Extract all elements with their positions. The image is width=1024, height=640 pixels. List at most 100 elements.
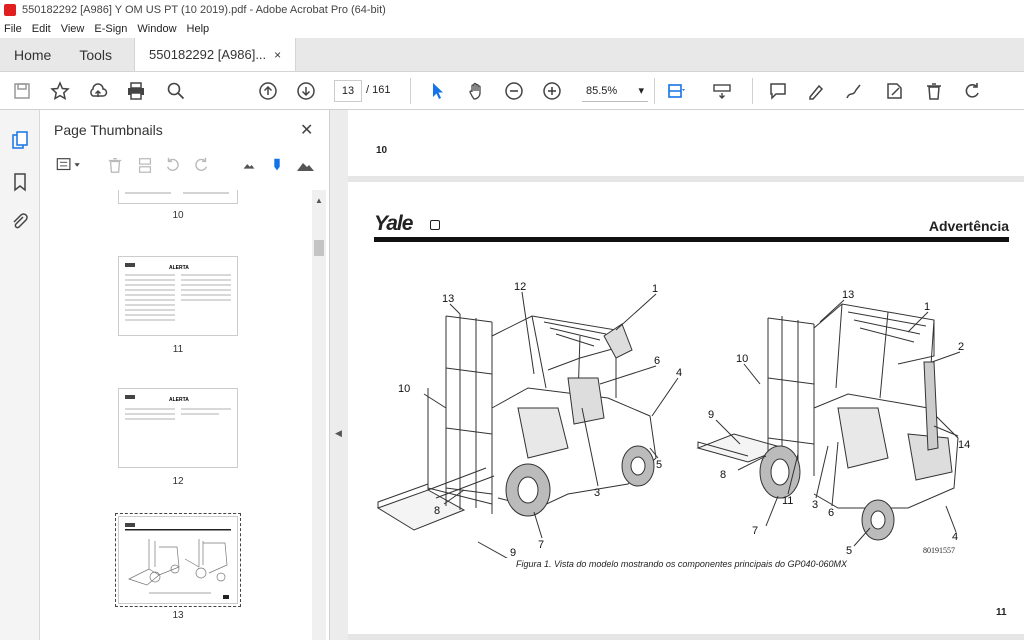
- callout: 3: [812, 499, 818, 511]
- insert-page-icon[interactable]: [134, 154, 156, 176]
- tab-document[interactable]: 550182292 [A986]... ×: [134, 38, 297, 71]
- callout: 11: [782, 495, 793, 507]
- callout: 12: [514, 281, 526, 293]
- callout: 1: [924, 301, 930, 313]
- star-icon[interactable]: [48, 79, 72, 103]
- callout: 10: [398, 383, 410, 395]
- thumbnail-page-selected[interactable]: [115, 513, 241, 607]
- callout: 5: [846, 545, 852, 557]
- tab-home[interactable]: Home: [0, 38, 65, 71]
- thumbnail-label: 11: [172, 344, 184, 355]
- zoom-select[interactable]: 85.5% ▾: [582, 80, 648, 102]
- callout: 10: [736, 353, 748, 365]
- rotate-icon[interactable]: [960, 79, 984, 103]
- bookmark-icon[interactable]: [8, 170, 32, 194]
- highlight-pen-icon[interactable]: [804, 79, 828, 103]
- callout: 7: [538, 539, 544, 551]
- comment-icon[interactable]: [766, 79, 790, 103]
- thumbnail-label: 12: [172, 476, 184, 487]
- page-down-icon[interactable]: [294, 79, 318, 103]
- page-number-input[interactable]: 13: [334, 80, 362, 102]
- thumbnail-page[interactable]: ALERTA: [118, 256, 238, 336]
- scroll-up-icon[interactable]: ▲: [315, 196, 323, 205]
- callout: 9: [510, 547, 516, 558]
- section-title: Advertência: [928, 218, 1009, 234]
- menu-window[interactable]: Window: [137, 23, 176, 35]
- thumbnail-page[interactable]: ALERTA: [118, 388, 238, 468]
- thumbnail-toolbar: [50, 154, 322, 180]
- collapse-arrow-icon: ◀: [335, 428, 342, 438]
- navigation-pane-icons: [0, 110, 40, 640]
- menu-bar: File Edit View E-Sign Window Help: [0, 20, 1024, 38]
- svg-text:ALERTA: ALERTA: [169, 397, 189, 403]
- thumbnail-label: 13: [172, 610, 184, 621]
- tab-bar: Home Tools 550182292 [A986]... ×: [0, 38, 1024, 72]
- acrobat-icon: [4, 4, 16, 16]
- forklift-illustration: 13 12 1 6 4 10 5 3 8 7 9 13 1 2 10 9 14 …: [376, 281, 970, 558]
- chevron-down-icon: ▾: [638, 85, 644, 97]
- window-title: 550182292 [A986] Y OM US PT (10 2019).pd…: [22, 4, 386, 16]
- zoom-value: 85.5%: [586, 84, 618, 97]
- collapse-panel-handle[interactable]: ◀: [330, 110, 348, 640]
- panel-title: Page Thumbnails: [54, 122, 163, 138]
- delete-icon[interactable]: [922, 79, 946, 103]
- page-up-icon[interactable]: [256, 79, 280, 103]
- small-thumbnail-icon[interactable]: [238, 154, 260, 176]
- save-icon[interactable]: [10, 79, 34, 103]
- toolbar-divider: [410, 78, 411, 104]
- page-number: 11: [996, 607, 1007, 618]
- callout: 7: [752, 525, 758, 537]
- page-thumbnails-panel: Page Thumbnails ✕ 10 ALERTA 11 ALERTA 12…: [40, 110, 330, 640]
- thumbnail-scrollbar[interactable]: ▲: [312, 190, 326, 640]
- edit-text-icon[interactable]: [882, 79, 906, 103]
- page-thumbnails-icon[interactable]: [8, 128, 32, 152]
- menu-edit[interactable]: Edit: [32, 23, 51, 35]
- callout: 6: [654, 355, 660, 367]
- attachment-icon[interactable]: [8, 210, 32, 234]
- callout: 9: [708, 409, 714, 421]
- yale-logo: Yale: [374, 212, 413, 235]
- page-number: 10: [376, 145, 388, 156]
- callout: 13: [842, 289, 854, 301]
- callout: 1: [652, 283, 658, 295]
- rotate-left-icon[interactable]: [162, 154, 184, 176]
- close-icon[interactable]: ✕: [300, 120, 313, 140]
- tab-tools[interactable]: Tools: [65, 38, 126, 71]
- callout: 5: [656, 459, 662, 471]
- delete-page-icon[interactable]: [104, 154, 126, 176]
- thumbnail-size-slider[interactable]: [266, 154, 288, 176]
- yale-logo-mark: [430, 220, 440, 230]
- document-view: 10 Yale Advertência 13 12 1 6 4 10 5 3 8…: [348, 110, 1024, 640]
- callout: 8: [434, 505, 440, 517]
- callout: 2: [958, 341, 964, 353]
- draw-icon[interactable]: [842, 79, 866, 103]
- page-total: / 161: [366, 84, 391, 96]
- callout: 6: [828, 507, 834, 519]
- select-cursor-icon[interactable]: [426, 79, 450, 103]
- callout: 3: [594, 487, 600, 499]
- title-bar: 550182292 [A986] Y OM US PT (10 2019).pd…: [0, 0, 1024, 20]
- print-icon[interactable]: [124, 79, 148, 103]
- large-thumbnail-icon[interactable]: [294, 154, 316, 176]
- zoom-out-icon[interactable]: [502, 79, 526, 103]
- cloud-upload-icon[interactable]: [86, 79, 110, 103]
- menu-view[interactable]: View: [61, 23, 85, 35]
- zoom-in-icon[interactable]: [540, 79, 564, 103]
- menu-help[interactable]: Help: [187, 23, 210, 35]
- callout: 8: [720, 469, 726, 481]
- rotate-right-icon[interactable]: [190, 154, 212, 176]
- tab-close-icon[interactable]: ×: [274, 48, 281, 62]
- hand-tool-icon[interactable]: [464, 79, 488, 103]
- page-11: Yale Advertência 13 12 1 6 4 10 5 3 8 7 …: [348, 182, 1024, 634]
- thumbnail-page[interactable]: [118, 190, 238, 204]
- menu-file[interactable]: File: [4, 23, 22, 35]
- callout: 4: [676, 367, 682, 379]
- menu-esign[interactable]: E-Sign: [94, 23, 127, 35]
- page-fit-icon[interactable]: [664, 79, 688, 103]
- scrollbar-thumb[interactable]: [314, 240, 324, 256]
- search-icon[interactable]: [164, 79, 188, 103]
- keyboard-icon[interactable]: [710, 79, 734, 103]
- header-rule: [374, 237, 1009, 242]
- toolbar-divider: [752, 78, 753, 104]
- options-menu-icon[interactable]: [52, 154, 86, 176]
